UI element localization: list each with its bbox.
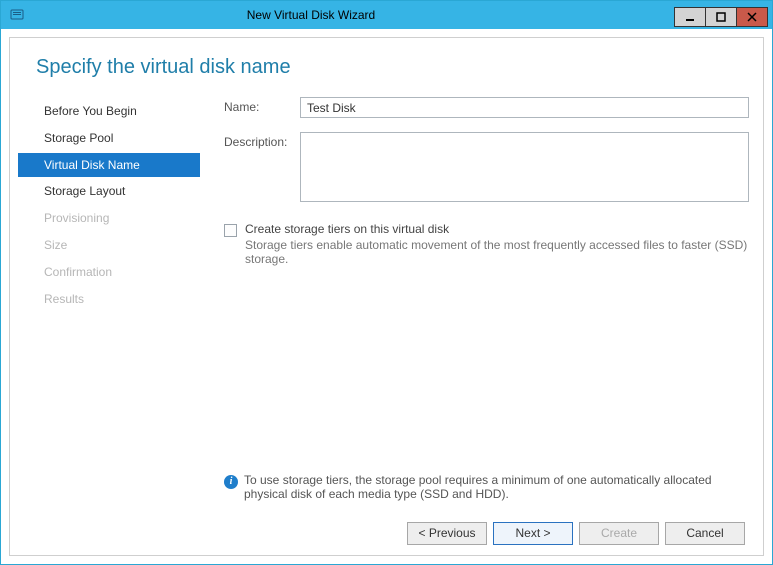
storage-tiers-label: Create storage tiers on this virtual dis… — [245, 222, 749, 236]
step-provisioning: Provisioning — [38, 206, 200, 231]
previous-button[interactable]: < Previous — [407, 522, 487, 545]
cancel-button[interactable]: Cancel — [665, 522, 745, 545]
create-button: Create — [579, 522, 659, 545]
step-storage-layout[interactable]: Storage Layout — [38, 179, 200, 204]
info-text: To use storage tiers, the storage pool r… — [244, 473, 735, 501]
maximize-button[interactable] — [705, 7, 737, 27]
info-icon: i — [224, 475, 238, 489]
step-storage-pool[interactable]: Storage Pool — [38, 126, 200, 151]
window-title: New Virtual Disk Wizard — [27, 8, 675, 22]
name-input[interactable] — [300, 97, 749, 118]
name-label: Name: — [224, 97, 300, 118]
wizard-steps-sidebar: Before You Begin Storage Pool Virtual Di… — [10, 97, 200, 511]
storage-tiers-group: Create storage tiers on this virtual dis… — [224, 222, 749, 266]
description-label: Description: — [224, 132, 300, 202]
step-size: Size — [38, 233, 200, 258]
storage-tiers-checkbox[interactable] — [224, 224, 237, 237]
info-message: i To use storage tiers, the storage pool… — [224, 465, 749, 511]
form-panel: Name: Description: Create storage tiers … — [200, 97, 749, 511]
storage-tiers-description: Storage tiers enable automatic movement … — [245, 238, 749, 266]
wizard-window: New Virtual Disk Wizard Specify the virt… — [0, 0, 773, 565]
minimize-button[interactable] — [674, 7, 706, 27]
page-heading: Specify the virtual disk name — [10, 38, 763, 97]
titlebar: New Virtual Disk Wizard — [1, 1, 772, 29]
step-virtual-disk-name[interactable]: Virtual Disk Name — [18, 153, 200, 178]
step-confirmation: Confirmation — [38, 260, 200, 285]
step-before-you-begin[interactable]: Before You Begin — [38, 99, 200, 124]
app-icon — [7, 5, 27, 25]
description-input[interactable] — [300, 132, 749, 202]
next-button[interactable]: Next > — [493, 522, 573, 545]
close-button[interactable] — [736, 7, 768, 27]
step-results: Results — [38, 287, 200, 312]
wizard-footer: < Previous Next > Create Cancel — [10, 511, 763, 555]
